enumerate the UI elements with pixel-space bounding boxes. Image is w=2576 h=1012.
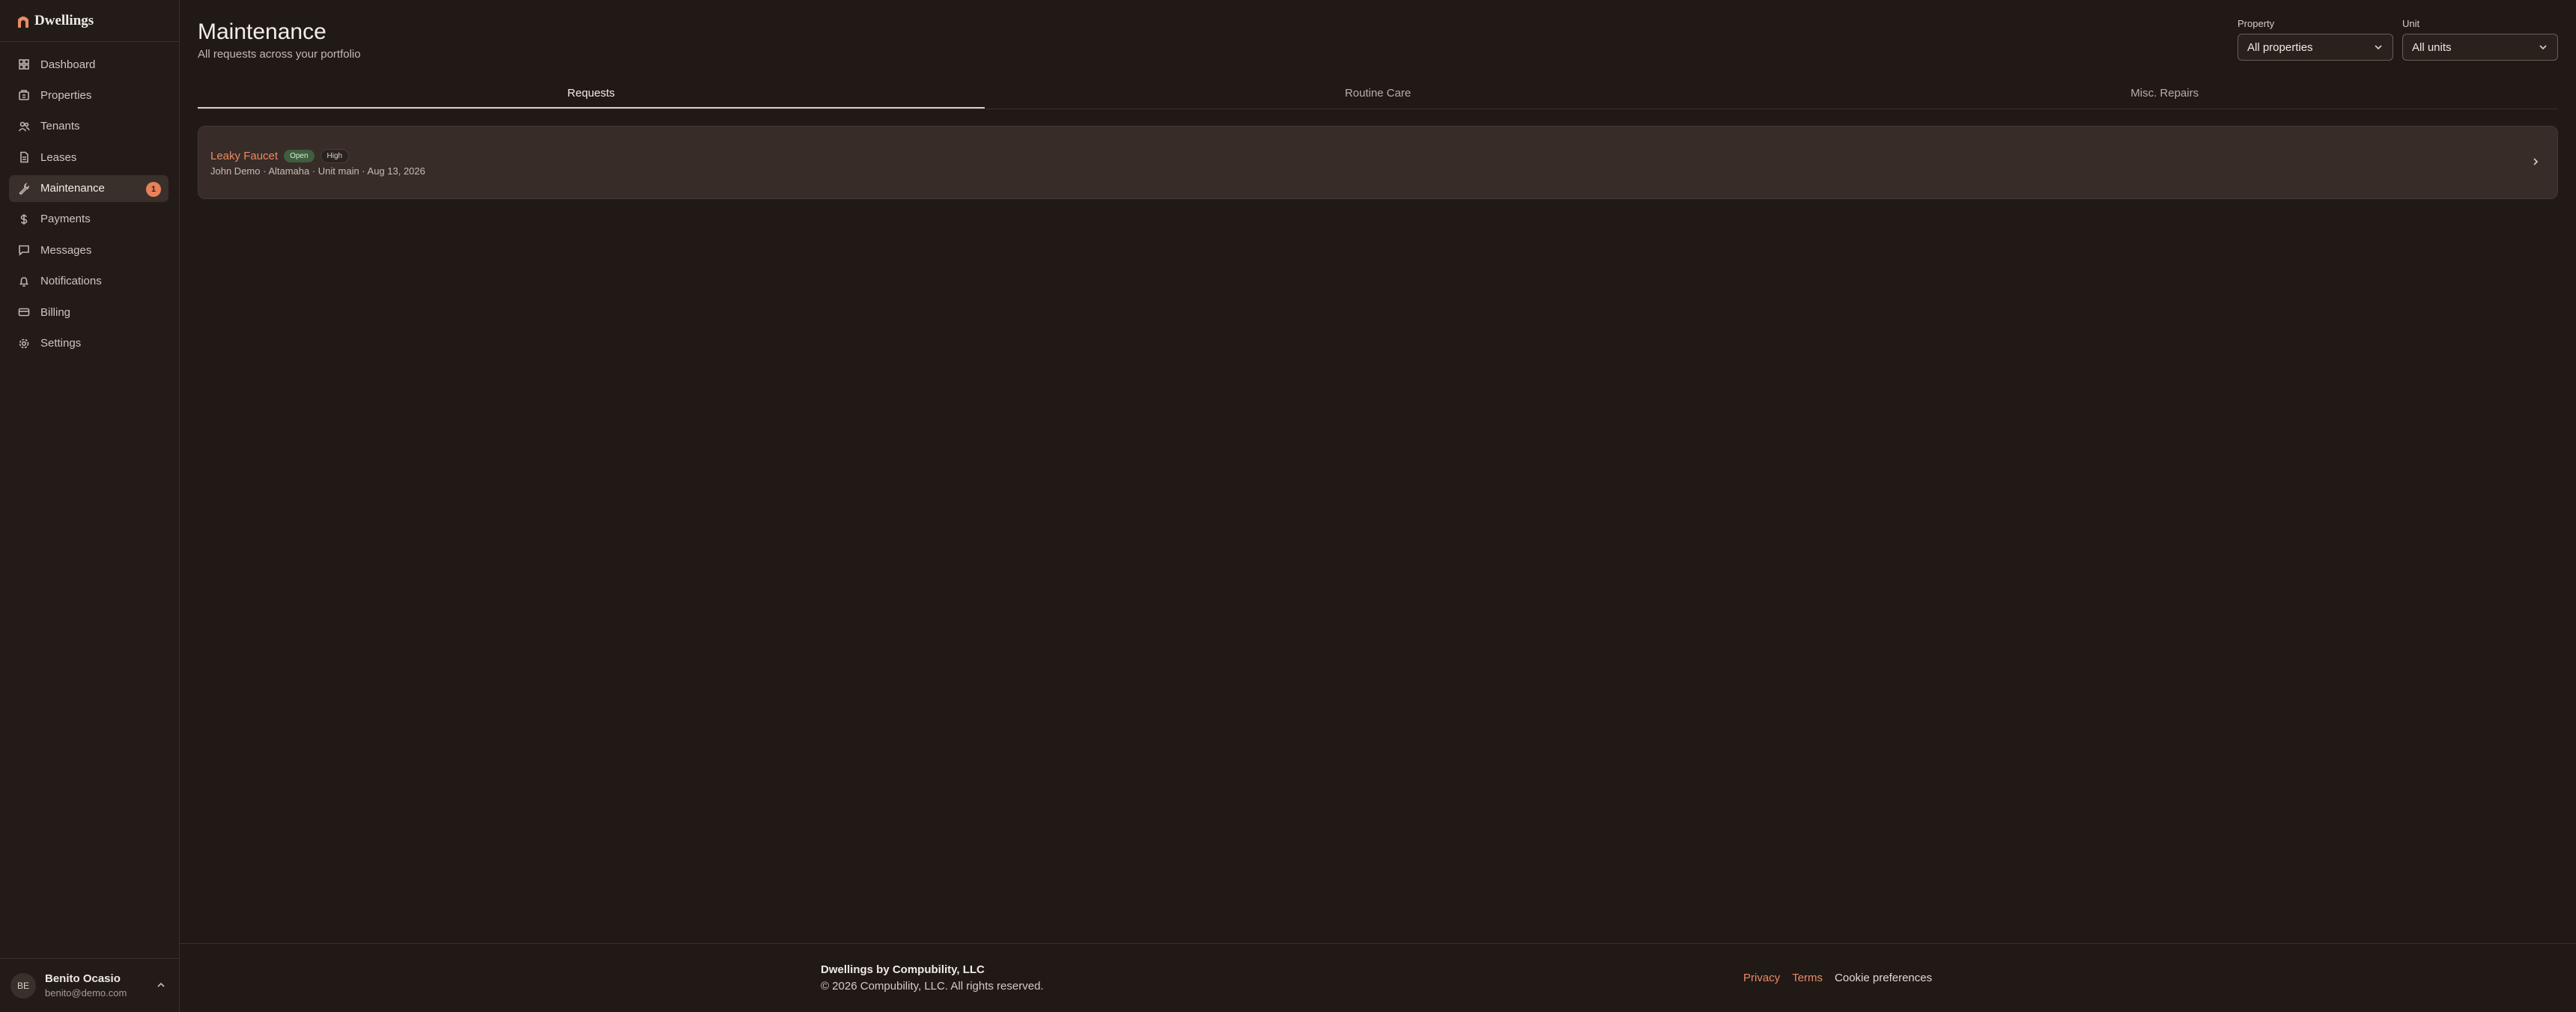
sidebar-item-label: Notifications <box>40 275 102 288</box>
sidebar-item-tenants[interactable]: Tenants <box>9 113 168 140</box>
maintenance-tabs: Requests Routine Care Misc. Repairs <box>198 81 2558 109</box>
bell-icon <box>19 276 28 287</box>
chevron-up-icon[interactable] <box>156 980 166 990</box>
user-name: Benito Ocasio <box>45 972 121 985</box>
building-icon <box>19 90 29 101</box>
request-meta: John Demo · Altamaha · Unit main · Aug 1… <box>210 165 425 177</box>
sidebar: Dwellings Dashboard Properties Tenants L… <box>0 0 180 1012</box>
footer-links: Privacy Terms Cookie preferences <box>1743 972 1932 984</box>
request-title-row: Leaky Faucet Open High <box>210 149 350 163</box>
priority-badge: High <box>320 149 350 163</box>
avatar: BE <box>10 972 36 999</box>
sidebar-item-dashboard[interactable]: Dashboard <box>9 51 168 78</box>
footer-copyright: © 2026 Compubility, LLC. All rights rese… <box>821 980 1044 993</box>
layout-grid-icon <box>19 59 29 70</box>
privacy-link[interactable]: Privacy <box>1743 972 1780 984</box>
property-filter: Property All properties <box>2238 18 2393 61</box>
property-filter-label: Property <box>2238 18 2275 29</box>
gear-icon <box>19 338 29 348</box>
credit-card-icon <box>18 308 30 317</box>
users-icon <box>18 121 30 132</box>
unit-filter-label: Unit <box>2402 18 2420 29</box>
chevron-down-icon <box>2375 45 2382 50</box>
maintenance-count-badge: 1 <box>146 181 161 197</box>
sidebar-nav: Dashboard Properties Tenants Leases Main… <box>0 42 179 357</box>
user-email: benito@demo.com <box>45 987 127 999</box>
sidebar-item-label: Messages <box>40 243 92 257</box>
terms-link[interactable]: Terms <box>1792 972 1823 984</box>
sidebar-item-label: Maintenance <box>40 182 105 195</box>
unit-select-value: All units <box>2412 40 2452 54</box>
property-select-value: All properties <box>2247 40 2313 54</box>
sidebar-item-maintenance[interactable]: Maintenance 1 <box>9 174 168 202</box>
chevron-down-icon <box>2539 45 2547 50</box>
file-icon <box>20 151 28 163</box>
sidebar-item-label: Leases <box>40 150 77 164</box>
unit-select[interactable]: All units <box>2402 34 2558 61</box>
request-title[interactable]: Leaky Faucet <box>210 150 278 162</box>
tab-routine-care[interactable]: Routine Care <box>985 81 1772 109</box>
sidebar-item-label: Dashboard <box>40 58 96 71</box>
chevron-right-icon[interactable] <box>2530 156 2541 167</box>
property-select[interactable]: All properties <box>2238 34 2393 61</box>
tab-misc-repairs[interactable]: Misc. Repairs <box>1771 81 2558 109</box>
unit-filter: Unit All units <box>2402 18 2558 61</box>
sidebar-item-label: Properties <box>40 88 92 102</box>
brand-logo[interactable]: Dwellings <box>0 0 179 42</box>
message-icon <box>19 246 29 257</box>
sidebar-item-label: Settings <box>40 337 82 350</box>
sidebar-item-notifications[interactable]: Notifications <box>9 268 168 295</box>
wrench-icon <box>19 182 30 195</box>
sidebar-item-payments[interactable]: Payments <box>9 206 168 233</box>
user-menu[interactable]: BE Benito Ocasio benito@demo.com <box>0 958 180 1012</box>
page-subtitle: All requests across your portfolio <box>198 48 361 61</box>
sidebar-item-billing[interactable]: Billing <box>9 299 168 326</box>
house-arch-icon <box>18 16 28 28</box>
sidebar-item-settings[interactable]: Settings <box>9 330 168 357</box>
page-title: Maintenance <box>198 19 326 44</box>
sidebar-item-properties[interactable]: Properties <box>9 82 168 109</box>
sidebar-item-label: Payments <box>40 213 91 226</box>
dollar-icon <box>20 213 28 225</box>
sidebar-item-label: Billing <box>40 305 71 319</box>
sidebar-item-leases[interactable]: Leases <box>9 144 168 171</box>
footer-company: Dwellings by Compubility, LLC <box>821 963 985 976</box>
brand-name: Dwellings <box>34 12 94 28</box>
sidebar-item-label: Tenants <box>40 120 80 133</box>
cookie-preferences-link[interactable]: Cookie preferences <box>1835 972 1932 984</box>
footer: Dwellings by Compubility, LLC © 2026 Com… <box>180 943 2576 1012</box>
tab-requests[interactable]: Requests <box>198 81 985 109</box>
request-card[interactable]: Leaky Faucet Open High John Demo · Altam… <box>198 126 2558 199</box>
status-badge: Open <box>284 150 315 162</box>
sidebar-item-messages[interactable]: Messages <box>9 237 168 263</box>
